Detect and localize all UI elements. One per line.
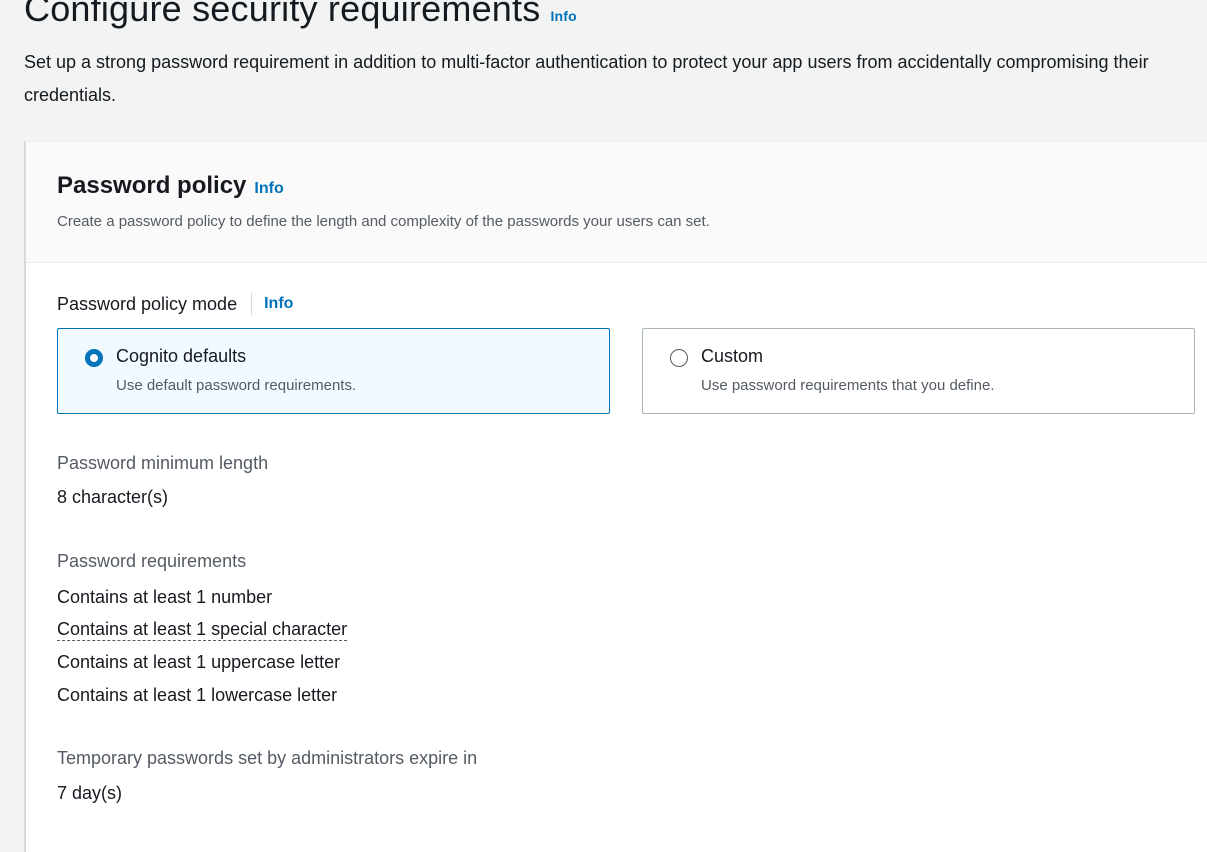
requirement-item-special[interactable]: Contains at least 1 special character bbox=[57, 619, 348, 641]
divider bbox=[251, 293, 253, 315]
mode-info-link[interactable]: Info bbox=[264, 295, 293, 313]
panel-info-link[interactable]: Info bbox=[254, 180, 283, 197]
requirement-item: Contains at least 1 uppercase letter bbox=[57, 652, 341, 672]
panel-title-text: Password policy bbox=[57, 172, 247, 199]
radio-unselected-icon[interactable] bbox=[670, 349, 688, 367]
page-info-link[interactable]: Info bbox=[550, 8, 576, 24]
password-policy-panel: Password policy Info Create a password po… bbox=[24, 141, 1207, 852]
password-policy-mode-label: Password policy mode Info bbox=[57, 293, 293, 315]
page-title-text: Configure security requirements bbox=[24, 0, 541, 29]
min-length-value: 8 character(s) bbox=[57, 487, 169, 507]
special-character-tooltip-trigger[interactable]: Contains at least 1 special character bbox=[57, 619, 348, 641]
option-cognito-defaults[interactable]: Cognito defaults Use default password re… bbox=[57, 328, 610, 414]
option-description: Use password requirements that you defin… bbox=[701, 377, 995, 394]
requirement-item: Contains at least 1 number bbox=[57, 587, 273, 607]
temp-expiry-label: Temporary passwords set by administrator… bbox=[57, 748, 478, 768]
requirement-item: Contains at least 1 lowercase letter bbox=[57, 685, 338, 705]
page-description: Set up a strong password requirement in … bbox=[24, 52, 1149, 105]
option-description: Use default password requirements. bbox=[116, 377, 357, 394]
option-label: Cognito defaults bbox=[116, 346, 247, 366]
requirements-label: Password requirements bbox=[57, 551, 247, 571]
panel-title: Password policy Info bbox=[57, 172, 284, 200]
panel-description: Create a password policy to define the l… bbox=[57, 213, 710, 230]
option-label: Custom bbox=[701, 346, 764, 366]
panel-header: Password policy Info Create a password po… bbox=[26, 142, 1207, 263]
min-length-label: Password minimum length bbox=[57, 453, 269, 473]
temp-expiry-value: 7 day(s) bbox=[57, 783, 123, 803]
option-custom[interactable]: Custom Use password requirements that yo… bbox=[642, 328, 1195, 414]
page-title: Configure security requirements Info bbox=[24, 0, 577, 30]
radio-selected-icon[interactable] bbox=[85, 349, 103, 367]
mode-label-text: Password policy mode bbox=[57, 293, 238, 314]
